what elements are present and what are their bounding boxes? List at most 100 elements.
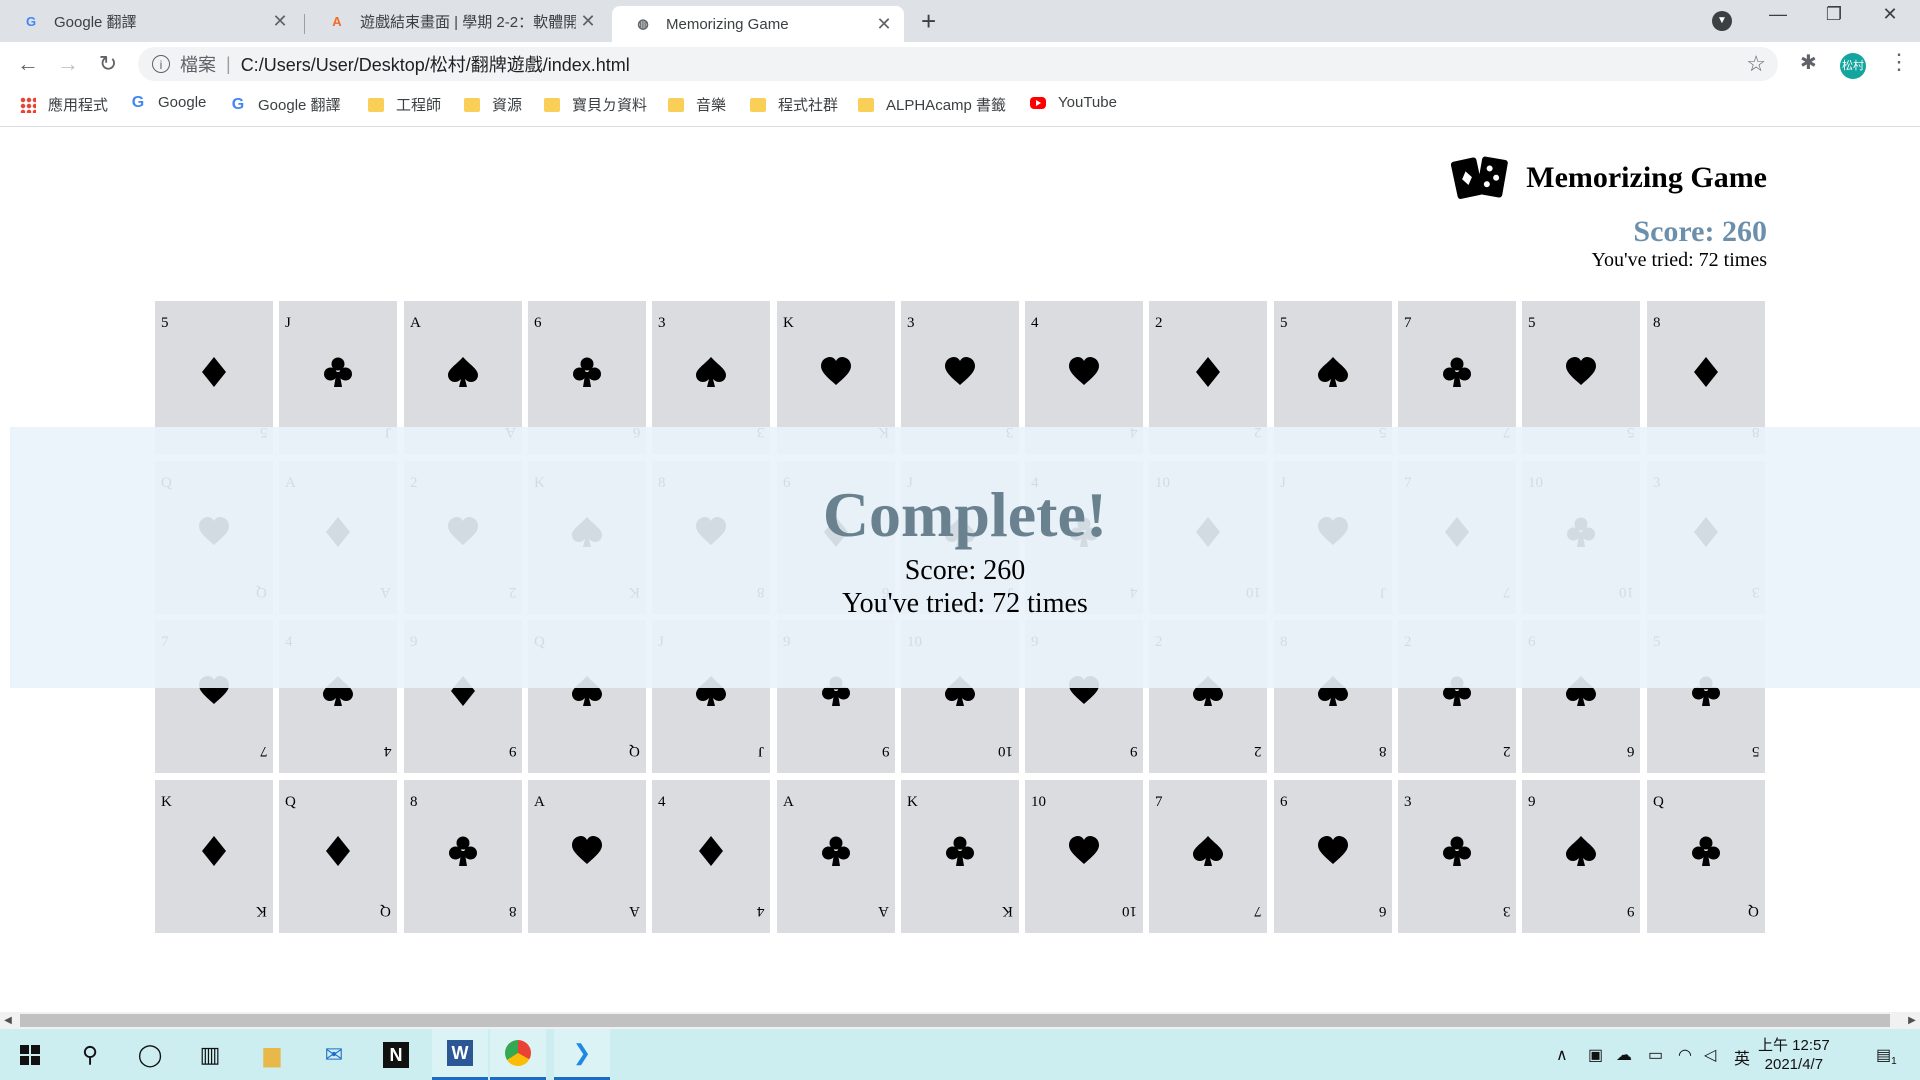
card-rank-bottom: 5 [1751,743,1760,759]
card-9-spade[interactable]: 99 [1522,780,1640,933]
heart-icon [821,357,851,387]
card-rank-bottom: 7 [259,743,268,759]
card-rank-bottom: 9 [1626,903,1635,919]
security-label: 檔案 [180,55,216,75]
battery-icon[interactable]: ▭ [1648,1045,1663,1065]
heart-icon [1069,836,1099,866]
notion-icon[interactable]: N [368,1029,424,1080]
extensions-puzzle-icon[interactable]: ✱ [1800,50,1817,75]
profile-avatar[interactable]: 松村 [1840,53,1866,79]
bookmark-apps[interactable]: 應用程式 [20,94,108,115]
card-rank-bottom: 6 [1378,903,1387,919]
search-icon[interactable]: ⚲ [62,1029,118,1080]
vscode-icon[interactable]: ❯ [554,1029,610,1080]
bookmark-label: 工程師 [396,97,442,114]
bookmark-folder-resources[interactable]: 資源 [464,94,522,115]
card-Q-diamond[interactable]: QQ [279,780,397,933]
card-10-heart[interactable]: 10 10 [1025,780,1143,933]
card-rank-top: 3 [1404,794,1412,810]
card-K-club[interactable]: KK [901,780,1019,933]
word-icon[interactable]: W [432,1029,488,1080]
bookmark-google[interactable]: G Google [130,94,207,111]
diamond-icon [696,836,726,866]
spade-icon [696,357,726,387]
volume-icon[interactable]: ◁ [1704,1045,1716,1065]
heart-icon [1069,357,1099,387]
card-rank-top: A [534,794,545,810]
card-3-club[interactable]: 33 [1398,780,1516,933]
file-explorer-icon[interactable]: ▆ [244,1029,300,1080]
card-rank-bottom: K [1002,903,1013,919]
folder-icon [368,97,384,112]
bookmark-google-translate[interactable]: G Google 翻譯 [230,94,341,115]
bookmark-folder-alphacamp[interactable]: ALPHAcamp 書籤 [858,94,1006,115]
card-rank-bottom: 2 [1502,743,1511,759]
card-6-heart[interactable]: 66 [1274,780,1392,933]
tray-chevron-up-icon[interactable]: ∧ [1556,1045,1568,1065]
card-Q-club[interactable]: QQ [1647,780,1765,933]
close-icon[interactable]: ✕ [576,11,600,32]
task-view-icon[interactable]: ▥ [182,1029,238,1080]
folder-icon [750,97,766,112]
card-rank-bottom: 4 [383,743,392,759]
card-rank-top: 3 [907,315,915,331]
card-rank-bottom: K [256,903,267,919]
bookmark-youtube[interactable]: YouTube [1030,94,1117,111]
mail-icon[interactable]: ✉ [306,1029,362,1080]
bookmark-folder-engineer[interactable]: 工程師 [368,94,441,115]
forward-icon[interactable]: → [54,50,82,78]
bookmark-label: YouTube [1058,94,1117,111]
horizontal-scrollbar[interactable]: ◀ ▶ [0,1012,1920,1029]
chrome-icon[interactable] [490,1029,546,1080]
tab-search-icon[interactable]: ▼ [1712,11,1732,31]
wifi-icon[interactable]: ◠ [1678,1045,1692,1065]
club-icon [1442,836,1472,866]
ime-indicator[interactable]: 英 [1734,1045,1750,1069]
notification-center-icon[interactable]: ▤1 [1876,1045,1897,1067]
card-rank-top: 4 [1031,315,1039,331]
taskbar-clock[interactable]: 上午 12:57 2021/4/7 [1758,1036,1830,1074]
card-rank-bottom: 4 [756,903,765,919]
card-K-diamond[interactable]: KK [155,780,273,933]
reload-icon[interactable]: ↻ [94,50,122,78]
close-icon[interactable]: ✕ [268,11,292,32]
tab-memorizing-game[interactable]: ◍ Memorizing Game ✕ [612,6,904,42]
bookmark-folder-music[interactable]: 音樂 [668,94,726,115]
bookmark-star-icon[interactable]: ☆ [1746,51,1766,77]
windows-start-icon[interactable] [2,1029,58,1080]
card-A-club[interactable]: AA [777,780,895,933]
tab-google-translate[interactable]: G Google 翻譯 ✕ [0,4,300,38]
card-7-spade[interactable]: 77 [1149,780,1267,933]
close-icon[interactable]: ✕ [872,14,896,35]
meet-now-icon[interactable]: ▣ [1588,1045,1603,1065]
info-icon[interactable]: i [152,55,170,73]
bookmark-folder-baby-data[interactable]: 寶貝ㄉ資料 [544,94,647,115]
minimize-icon[interactable]: — [1758,4,1798,25]
cortana-icon[interactable]: ◯ [122,1029,178,1080]
card-A-heart[interactable]: AA [528,780,646,933]
url-text[interactable]: C:/Users/User/Desktop/松村/翻牌遊戲/index.html [241,51,630,77]
onedrive-icon[interactable]: ☁ [1616,1045,1632,1065]
folder-icon [668,97,684,112]
scroll-right-arrow-icon[interactable]: ▶ [1904,1012,1920,1029]
card-rank-bottom: A [629,903,640,919]
club-icon [448,836,478,866]
card-8-club[interactable]: 88 [404,780,522,933]
card-4-diamond[interactable]: 44 [652,780,770,933]
bookmark-folder-coding-community[interactable]: 程式社群 [750,94,838,115]
back-icon[interactable]: ← [14,50,42,78]
window-close-icon[interactable]: ✕ [1870,4,1910,25]
scrollbar-thumb[interactable] [20,1014,1890,1027]
card-rank-bottom: 7 [1253,903,1262,919]
new-tab-button[interactable]: + [921,6,936,37]
scroll-left-arrow-icon[interactable]: ◀ [0,1012,16,1029]
tab-alphacamp[interactable]: A 遊戲結束畫面 | 學期 2-2：軟體開 ✕ [306,4,608,38]
score-text: Score: 260 [1633,215,1767,248]
chrome-menu-icon[interactable]: ⋮ [1888,49,1910,75]
card-rank-top: Q [285,794,296,810]
card-rank-bottom: 2 [1253,743,1262,759]
restore-icon[interactable]: ❐ [1814,4,1854,25]
address-separator: | [226,53,231,74]
address-bar[interactable]: i 檔案 | C:/Users/User/Desktop/松村/翻牌遊戲/ind… [138,47,1778,81]
card-rank-top: K [161,794,172,810]
